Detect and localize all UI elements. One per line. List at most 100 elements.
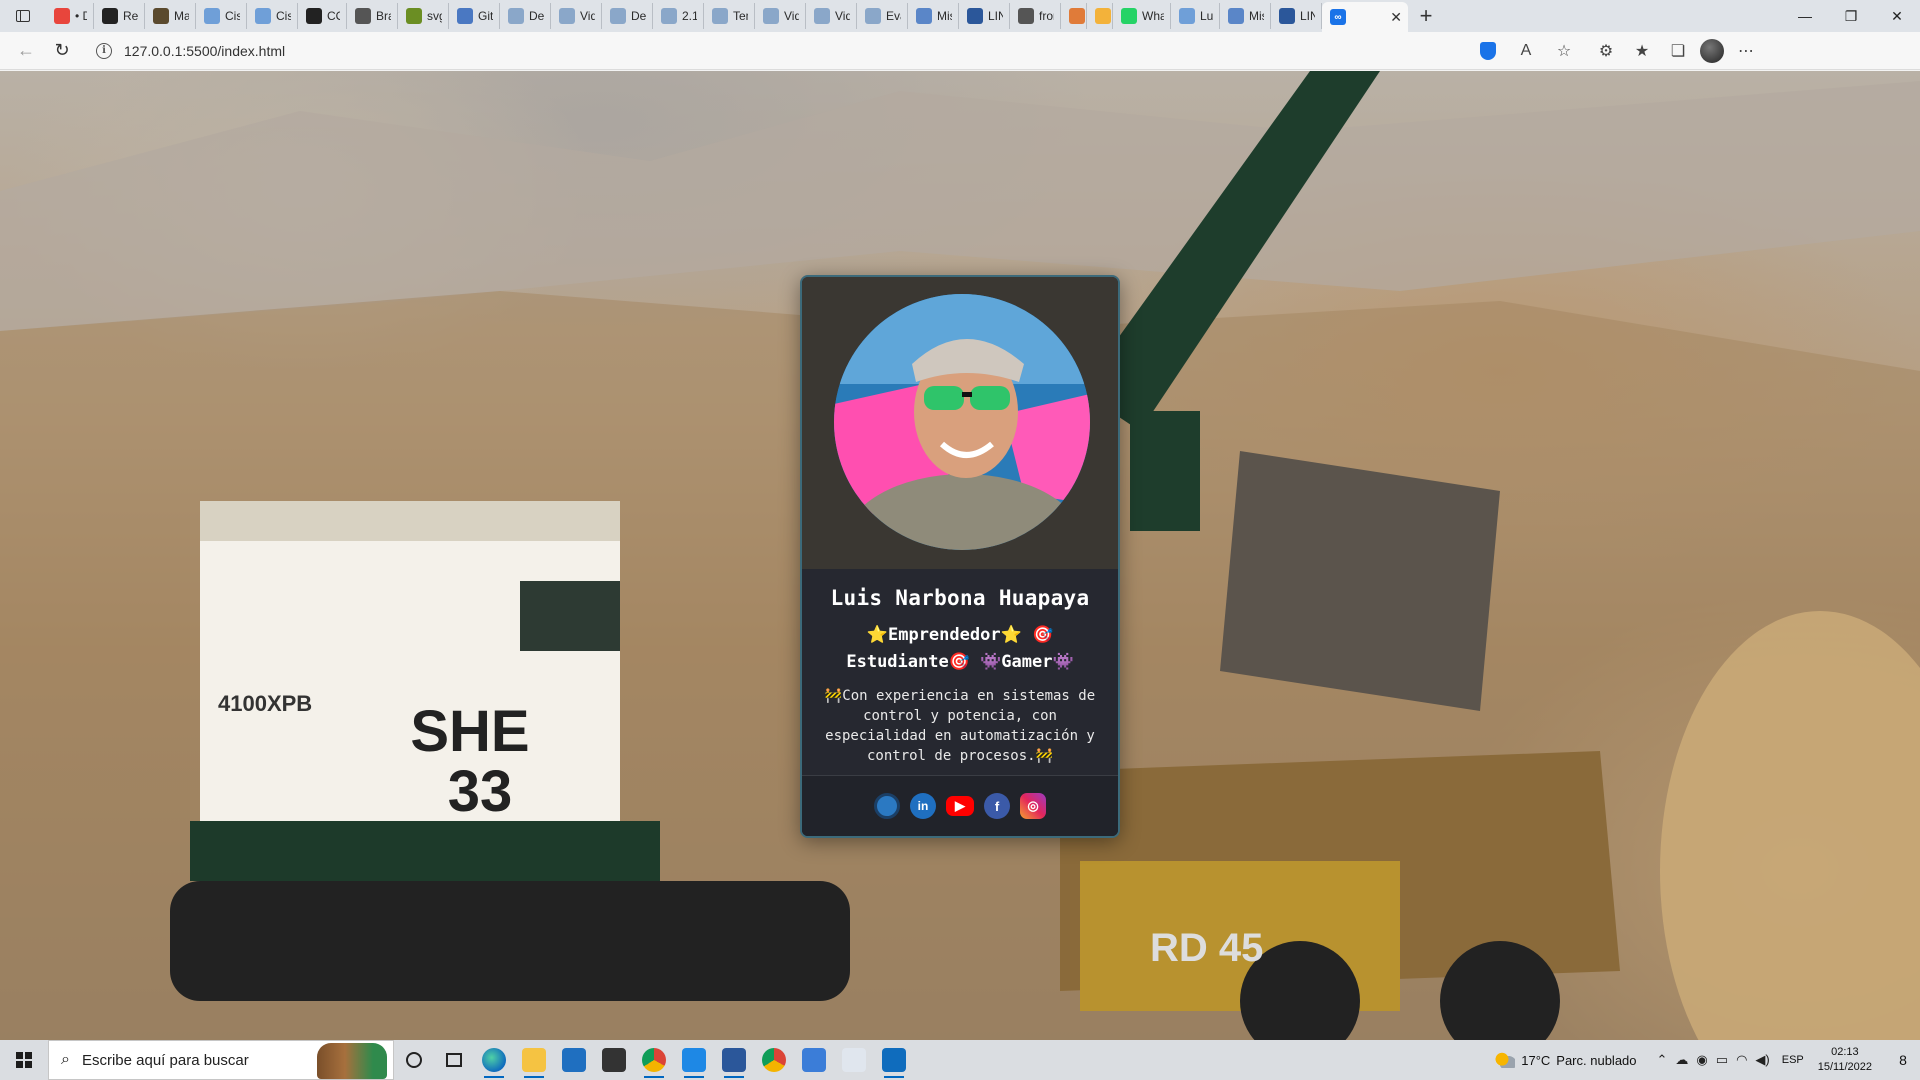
file-explorer-taskbar-icon[interactable] bbox=[514, 1040, 554, 1080]
browser-tab[interactable]: Gith bbox=[449, 3, 500, 29]
language-indicator[interactable]: ESP bbox=[1782, 1054, 1804, 1066]
webcam-icon[interactable]: ◉ bbox=[1696, 1052, 1707, 1068]
tab-label: Reto bbox=[123, 9, 138, 23]
calculator-taskbar-icon[interactable] bbox=[794, 1040, 834, 1080]
start-button[interactable] bbox=[0, 1040, 48, 1080]
collections-icon[interactable]: ❏ bbox=[1664, 37, 1692, 65]
tab-label: Tem bbox=[733, 9, 748, 23]
tab-label: LIN bbox=[1300, 9, 1315, 23]
battery-icon[interactable]: ▭ bbox=[1716, 1052, 1728, 1068]
instagram-icon[interactable]: ◎ bbox=[1020, 793, 1046, 819]
browser-tab[interactable]: Vide bbox=[551, 3, 602, 29]
profile-avatar[interactable] bbox=[1700, 38, 1724, 63]
active-tab-favicon-icon: ∞ bbox=[1330, 9, 1346, 25]
github-icon bbox=[102, 8, 118, 24]
browser-tab[interactable]: Eval bbox=[857, 3, 908, 29]
wifi-icon[interactable]: ◠ bbox=[1736, 1052, 1747, 1068]
vscode-taskbar-icon[interactable] bbox=[674, 1040, 714, 1080]
word-taskbar-icon[interactable] bbox=[714, 1040, 754, 1080]
browser-tab[interactable]: Reto bbox=[94, 3, 145, 29]
task-view-button[interactable] bbox=[434, 1040, 474, 1080]
browser-tab[interactable]: Desa bbox=[602, 3, 653, 29]
browser-tab[interactable]: Luis bbox=[1171, 3, 1220, 29]
svg-text:4100XPB: 4100XPB bbox=[218, 691, 312, 716]
browser-tab[interactable]: LIN bbox=[959, 3, 1010, 29]
paint-taskbar-icon[interactable] bbox=[834, 1040, 874, 1080]
chrome2-taskbar-icon[interactable] bbox=[754, 1040, 794, 1080]
url-text[interactable]: 127.0.0.1:5500/index.html bbox=[124, 43, 285, 59]
word-icon bbox=[967, 8, 983, 24]
notifications-button[interactable]: 8 bbox=[1886, 1052, 1920, 1068]
whatsapp-icon bbox=[1121, 8, 1137, 24]
notification-count: 8 bbox=[1899, 1052, 1907, 1068]
browser-tab[interactable]: Tem bbox=[704, 3, 755, 29]
more-menu-icon[interactable]: ⋯ bbox=[1732, 37, 1760, 65]
tab-label: Desa bbox=[529, 9, 544, 23]
close-tab-icon[interactable]: ✕ bbox=[1390, 9, 1402, 26]
browser-tab[interactable]: Vide bbox=[806, 3, 857, 29]
svg-text:RD 45: RD 45 bbox=[1150, 926, 1263, 970]
browser-tab[interactable]: 2.1 V bbox=[653, 3, 704, 29]
youtube-icon[interactable]: ▶ bbox=[946, 796, 974, 816]
onedrive-icon[interactable]: ☁ bbox=[1675, 1052, 1688, 1068]
tab-actions-icon bbox=[16, 10, 30, 22]
photos-taskbar-icon[interactable] bbox=[874, 1040, 914, 1080]
search-highlight-image bbox=[317, 1043, 387, 1079]
browser-tab[interactable]: Mis bbox=[908, 3, 959, 29]
info-icon[interactable]: i bbox=[96, 42, 112, 59]
github-icon[interactable] bbox=[874, 793, 900, 819]
favorites-icon[interactable]: ★ bbox=[1628, 37, 1656, 65]
doc-icon bbox=[661, 8, 677, 24]
search-placeholder: Escribe aquí para buscar bbox=[81, 1051, 249, 1069]
extensions-icon[interactable]: ⚙ bbox=[1592, 37, 1620, 65]
new-tab-button[interactable]: + bbox=[1408, 0, 1444, 32]
browser-tab[interactable]: C bbox=[1087, 3, 1113, 29]
volume-icon[interactable]: ◀) bbox=[1755, 1052, 1769, 1068]
system-tray: 17°C Parc. nublado ⌃ ☁ ◉ ▭ ◠ ◀) ESP 02:1… bbox=[1495, 1040, 1920, 1080]
tab-label: Cisc bbox=[225, 9, 240, 23]
refresh-button[interactable]: ↻ bbox=[44, 35, 80, 67]
tab-actions-button[interactable] bbox=[0, 0, 46, 32]
chrome-taskbar-icon[interactable] bbox=[634, 1040, 674, 1080]
mail-taskbar-icon[interactable] bbox=[554, 1040, 594, 1080]
chevron-up-icon[interactable]: ⌃ bbox=[1657, 1052, 1668, 1068]
word-icon bbox=[1279, 8, 1295, 24]
tab-label: Desa bbox=[631, 9, 646, 23]
restore-button[interactable]: ❐ bbox=[1828, 0, 1874, 32]
browser-tab[interactable]: Vide bbox=[755, 3, 806, 29]
edge-taskbar-icon[interactable] bbox=[474, 1040, 514, 1080]
browser-tab[interactable]: Cisc bbox=[247, 3, 298, 29]
browser-tab[interactable]: • Dis bbox=[46, 3, 94, 29]
tab-active[interactable]: ∞ ✕ bbox=[1322, 2, 1408, 32]
cortana-button[interactable] bbox=[394, 1040, 434, 1080]
browser-tab[interactable]: svgr bbox=[398, 3, 449, 29]
browser-tab[interactable]: COD bbox=[298, 3, 347, 29]
browser-tab[interactable]: Bran bbox=[347, 3, 398, 29]
weather-widget[interactable]: 17°C Parc. nublado bbox=[1495, 1052, 1637, 1068]
linkedin-icon[interactable]: in bbox=[910, 793, 936, 819]
browser-tab[interactable]: LIN bbox=[1271, 3, 1322, 29]
browser-tab[interactable]: Cisc bbox=[196, 3, 247, 29]
clock[interactable]: 02:13 15/11/2022 bbox=[1818, 1045, 1872, 1075]
back-button[interactable]: ← bbox=[8, 35, 44, 67]
partly-cloudy-icon bbox=[1495, 1052, 1516, 1068]
browser-tab[interactable]: Desa bbox=[500, 3, 551, 29]
close-window-button[interactable]: ✕ bbox=[1874, 0, 1920, 32]
browser-tab[interactable]: fron bbox=[1010, 3, 1061, 29]
clock-date: 15/11/2022 bbox=[1817, 1061, 1872, 1073]
browser-essentials-icon[interactable] bbox=[1474, 37, 1502, 65]
read-aloud-icon[interactable]: A bbox=[1512, 37, 1540, 65]
facebook-icon[interactable]: f bbox=[984, 793, 1010, 819]
browser-tab[interactable] bbox=[1061, 3, 1087, 29]
check-icon bbox=[406, 8, 422, 24]
taskbar-search[interactable]: ⌕ Escribe aquí para buscar bbox=[48, 1040, 394, 1080]
svg-text:SHE: SHE bbox=[410, 699, 529, 764]
minimize-button[interactable]: — bbox=[1782, 0, 1828, 32]
browser-tab[interactable]: Mat bbox=[145, 3, 196, 29]
browser-tab[interactable]: Mis bbox=[1220, 3, 1271, 29]
add-favorite-icon[interactable]: ☆ bbox=[1550, 37, 1578, 65]
cloud-icon bbox=[916, 8, 932, 24]
address-bar[interactable]: i 127.0.0.1:5500/index.html A ☆ bbox=[96, 36, 1586, 66]
browser-tab[interactable]: Wha bbox=[1113, 3, 1171, 29]
app-2021-taskbar-icon[interactable] bbox=[594, 1040, 634, 1080]
